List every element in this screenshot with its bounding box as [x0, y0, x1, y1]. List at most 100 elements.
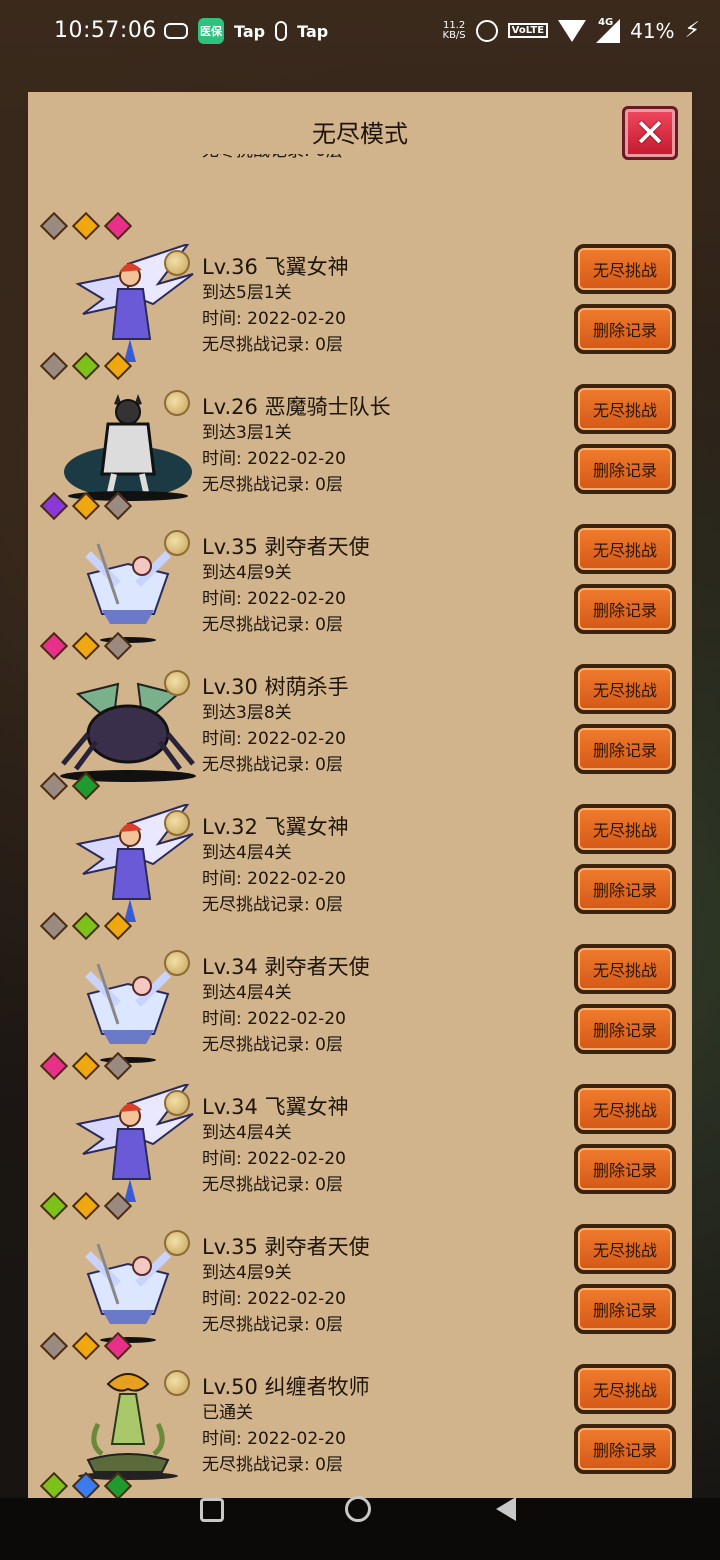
- alarm-icon: [475, 19, 498, 42]
- list-item: Lv.30 树荫杀手 到达3层8关 时间: 2022-02-20 无尽挑战记录: 0层…: [28, 664, 692, 804]
- entry-info: Lv.34 飞翼女神 到达4层4关 时间: 2022-02-20 无尽挑战记录: 0层: [202, 1094, 349, 1198]
- list-item: Lv.32 飞翼女神 到达4层4关 时间: 2022-02-20 无尽挑战记录: 0层…: [28, 802, 692, 944]
- entry-time: 时间: 2022-02-20: [202, 309, 346, 329]
- delete-record-button[interactable]: 删除记录: [574, 1284, 676, 1334]
- magnifier-icon[interactable]: [164, 1370, 190, 1396]
- delete-record-button[interactable]: 删除记录: [574, 304, 676, 354]
- entry-progress: 到达4层4关: [202, 983, 292, 1003]
- gem-icon: [39, 1471, 69, 1498]
- entry-time: 时间: 2022-02-20: [202, 869, 346, 889]
- entry-name: Lv.35 剥夺者天使: [202, 535, 370, 559]
- gem-icon: [71, 631, 101, 661]
- delete-record-button[interactable]: 删除记录: [574, 584, 676, 634]
- gem-icon: [39, 211, 69, 241]
- record-list[interactable]: 无尽挑战记录: 0层 Lv.36 飞翼女神到达5层1关时间: 2022-02-2…: [28, 154, 692, 1498]
- gem-row: [39, 491, 133, 521]
- list-item-partial: 无尽挑战记录: 0层: [28, 154, 692, 244]
- magnifier-icon[interactable]: [164, 390, 190, 416]
- entry-progress: 到达4层4关: [202, 843, 292, 863]
- entry-progress: 到达4层9关: [202, 1263, 292, 1283]
- gem-row: [39, 1471, 133, 1498]
- list-item: Lv.50 纠缠者牧师 已通关 时间: 2022-02-20 无尽挑战记录: 0层 无尽…: [28, 1364, 692, 1498]
- magnifier-icon[interactable]: [164, 1230, 190, 1256]
- tap-label: Tap: [234, 21, 266, 41]
- list-item: Lv.35 剥夺者天使 到达4层9关 时间: 2022-02-20 无尽挑战记录: 0…: [28, 1224, 692, 1364]
- gem-icon: [103, 1051, 133, 1081]
- entry-name: Lv.34 剥夺者天使: [202, 955, 370, 979]
- list-item: Lv.34 飞翼女神 到达4层4关 时间: 2022-02-20 无尽挑战记录: 0层…: [28, 1082, 692, 1224]
- magnifier-icon[interactable]: [164, 530, 190, 556]
- gem-icon: [39, 771, 69, 801]
- endless-challenge-button[interactable]: 无尽挑战: [574, 384, 676, 434]
- notification-icons: 医保 Tap Tap: [164, 18, 328, 44]
- endless-challenge-button[interactable]: 无尽挑战: [574, 944, 676, 994]
- entry-info: Lv.32 飞翼女神 到达4层4关 时间: 2022-02-20 无尽挑战记录: 0层: [202, 814, 349, 918]
- entry-progress: 已通关: [202, 1403, 253, 1423]
- magnifier-icon[interactable]: [164, 950, 190, 976]
- gem-row: [39, 211, 133, 241]
- battery-level: 41%: [630, 18, 675, 43]
- entry-info: Lv.36 飞翼女神 到达5层1关 时间: 2022-02-20 无尽挑战记录: 0层: [202, 254, 349, 358]
- entry-record: 无尽挑战记录: 0层: [202, 1455, 343, 1475]
- gamepad-icon: [164, 23, 188, 39]
- gem-icon: [103, 211, 133, 241]
- gem-icon: [71, 1051, 101, 1081]
- entry-info: Lv.35 剥夺者天使 到达4层9关 时间: 2022-02-20 无尽挑战记录: 0…: [202, 534, 370, 638]
- gem-icon: [71, 211, 101, 241]
- endless-challenge-button[interactable]: 无尽挑战: [574, 1084, 676, 1134]
- entry-info: 无尽挑战记录: 0层: [202, 154, 343, 164]
- entry-name: Lv.35 剥夺者天使: [202, 1235, 370, 1259]
- volte-icon: VoLTE: [507, 23, 549, 38]
- endless-challenge-button[interactable]: 无尽挑战: [574, 1224, 676, 1274]
- endless-challenge-button[interactable]: 无尽挑战: [574, 524, 676, 574]
- gem-icon: [71, 911, 101, 941]
- back-icon[interactable]: [496, 1497, 516, 1521]
- gem-icon: [103, 1471, 133, 1498]
- entry-name: Lv.32 飞翼女神: [202, 815, 349, 839]
- entry-record: 无尽挑战记录: 0层: [202, 615, 343, 635]
- endless-challenge-button[interactable]: 无尽挑战: [574, 804, 676, 854]
- endless-mode-dialog: 无尽模式 ✕ 无尽挑战记录: 0层 Lv.36 飞翼女神到达5层1关时间: 20…: [28, 92, 692, 1498]
- entry-time: 时间: 2022-02-20: [202, 1009, 346, 1029]
- entry-info: Lv.26 恶魔骑士队长 到达3层1关 时间: 2022-02-20 无尽挑战记录: …: [202, 394, 391, 498]
- entry-record: 无尽挑战记录: 0层: [202, 475, 343, 495]
- entry-info: Lv.30 树荫杀手 到达3层8关 时间: 2022-02-20 无尽挑战记录: 0层: [202, 674, 349, 778]
- recent-apps-icon[interactable]: [200, 1498, 224, 1522]
- entry-time: 时间: 2022-02-20: [202, 1429, 346, 1449]
- gem-icon: [71, 1331, 101, 1361]
- delete-record-button[interactable]: 删除记录: [574, 1144, 676, 1194]
- delete-record-button[interactable]: 删除记录: [574, 444, 676, 494]
- entry-time: 时间: 2022-02-20: [202, 449, 346, 469]
- close-button[interactable]: ✕: [622, 106, 678, 160]
- status-time: 10:57:06: [54, 18, 157, 43]
- entry-progress: 到达3层1关: [202, 423, 292, 443]
- entry-record: 无尽挑战记录: 0层: [202, 335, 343, 355]
- home-icon[interactable]: [345, 1496, 371, 1522]
- magnifier-icon[interactable]: [164, 250, 190, 276]
- magnifier-icon[interactable]: [164, 1090, 190, 1116]
- endless-challenge-button[interactable]: 无尽挑战: [574, 1364, 676, 1414]
- gem-icon: [71, 351, 101, 381]
- gem-row: [39, 911, 133, 941]
- signal-icon: 4G: [596, 17, 621, 43]
- delete-record-button[interactable]: 删除记录: [574, 1004, 676, 1054]
- endless-challenge-button[interactable]: 无尽挑战: [574, 244, 676, 294]
- entry-time: 时间: 2022-02-20: [202, 729, 346, 749]
- entry-record: 无尽挑战记录: 0层: [202, 1315, 343, 1335]
- list-item: Lv.35 剥夺者天使 到达4层9关 时间: 2022-02-20 无尽挑战记录: 0…: [28, 524, 692, 664]
- magnifier-icon[interactable]: [164, 810, 190, 836]
- endless-challenge-button[interactable]: 无尽挑战: [574, 664, 676, 714]
- entry-progress: 到达3层8关: [202, 703, 292, 723]
- delete-record-button[interactable]: 删除记录: [574, 1424, 676, 1474]
- gem-row: [39, 1191, 133, 1221]
- entry-time: 时间: 2022-02-20: [202, 589, 346, 609]
- entry-info: Lv.34 剥夺者天使 到达4层4关 时间: 2022-02-20 无尽挑战记录: 0…: [202, 954, 370, 1058]
- magnifier-icon[interactable]: [164, 670, 190, 696]
- gem-icon: [39, 1191, 69, 1221]
- gem-icon: [103, 631, 133, 661]
- delete-record-button[interactable]: 删除记录: [574, 864, 676, 914]
- gem-icon: [71, 1191, 101, 1221]
- delete-record-button[interactable]: 删除记录: [574, 724, 676, 774]
- gem-icon: [103, 351, 133, 381]
- gem-icon: [103, 1191, 133, 1221]
